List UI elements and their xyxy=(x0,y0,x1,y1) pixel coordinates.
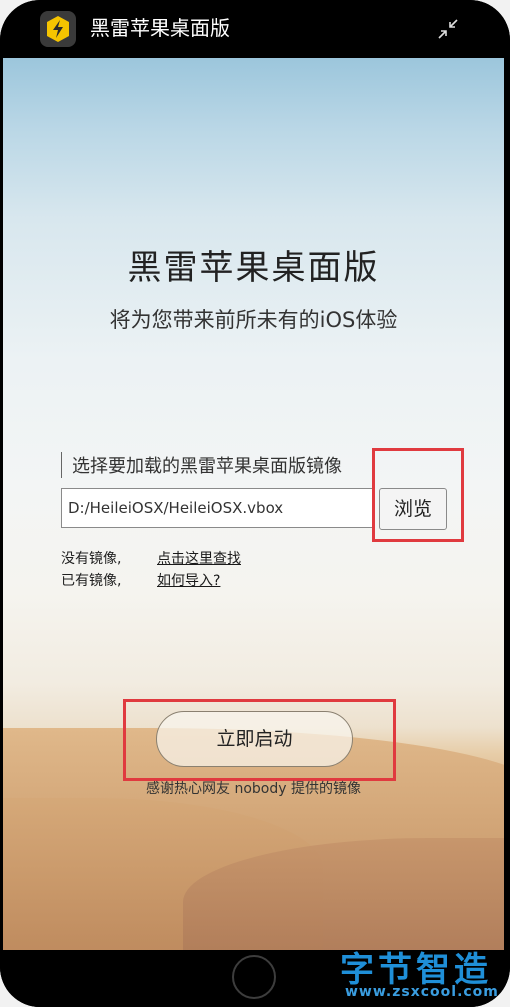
import-help-link[interactable]: 如何导入? xyxy=(157,573,220,589)
title-bar: 黑雷苹果桌面版 xyxy=(0,0,510,58)
highlight-box xyxy=(123,699,396,781)
image-path-input[interactable] xyxy=(61,488,374,528)
help-label: 已有镜像, xyxy=(61,573,122,589)
find-image-link[interactable]: 点击这里查找 xyxy=(157,551,241,567)
collapse-icon[interactable] xyxy=(436,17,460,41)
app-screen: 黑雷苹果桌面版 将为您带来前所未有的iOS体验 选择要加载的黑雷苹果桌面版镜像 … xyxy=(3,58,504,950)
credits-text: 感谢热心网友 nobody 提供的镜像 xyxy=(146,781,361,797)
help-row-no-image: 没有镜像, 点击这里查找 xyxy=(61,548,241,568)
help-label: 没有镜像, xyxy=(61,551,122,567)
window-title: 黑雷苹果桌面版 xyxy=(90,16,230,40)
highlight-box xyxy=(372,448,464,542)
help-row-has-image: 已有镜像, 如何导入? xyxy=(61,570,220,590)
app-logo-icon xyxy=(40,11,76,47)
device-frame: 黑雷苹果桌面版 黑雷苹果桌面版 将为您带来前所未有的iOS体验 选择要加载的黑雷… xyxy=(0,0,510,1007)
image-select-label: 选择要加载的黑雷苹果桌面版镜像 xyxy=(61,452,342,478)
watermark-url: www.zsxcool.com xyxy=(345,984,499,1000)
home-button[interactable] xyxy=(232,955,276,999)
hero-title: 黑雷苹果桌面版 xyxy=(127,248,380,288)
hero-subtitle: 将为您带来前所未有的iOS体验 xyxy=(109,308,398,332)
